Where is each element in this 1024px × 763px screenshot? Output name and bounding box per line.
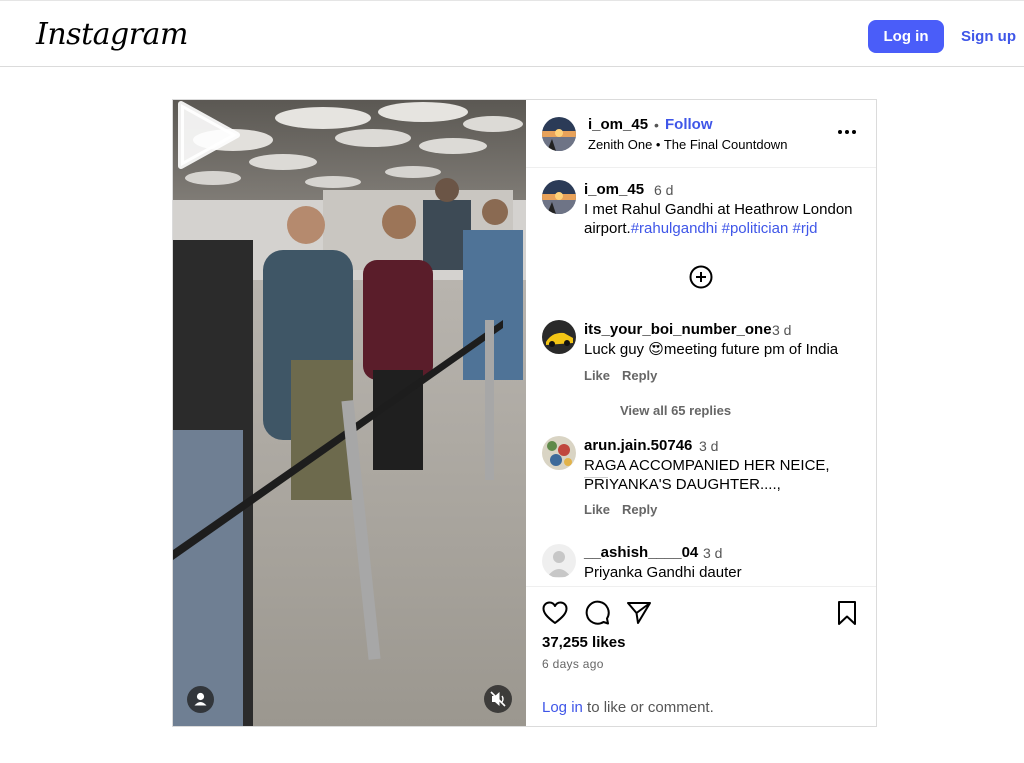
- more-options-icon[interactable]: [836, 128, 858, 136]
- caption-username[interactable]: i_om_45: [584, 181, 644, 198]
- add-comment-icon[interactable]: [689, 265, 713, 289]
- default-avatar-icon[interactable]: [542, 544, 576, 578]
- share-icon[interactable]: [625, 599, 653, 627]
- play-icon[interactable]: [173, 100, 243, 170]
- bookmark-icon[interactable]: [833, 599, 861, 627]
- audio-subtitle[interactable]: Zenith One • The Final Countdown: [588, 137, 787, 152]
- post-card: i_om_45 • Follow Zenith One • The Final …: [172, 99, 877, 727]
- commenter-avatar[interactable]: [542, 320, 576, 354]
- post-date: 6 days ago: [542, 657, 604, 671]
- like-count[interactable]: 37,255 likes: [542, 634, 625, 651]
- comment-username[interactable]: arun.jain.50746: [584, 437, 692, 454]
- video-frame: [173, 100, 526, 726]
- comment-text-end: meeting future pm of India: [663, 341, 839, 358]
- comment-icon[interactable]: [583, 599, 611, 627]
- signup-link[interactable]: Sign up: [961, 28, 1016, 45]
- author-avatar[interactable]: [542, 117, 576, 151]
- comment-text-line-2: PRIYANKA'S DAUGHTER....,: [584, 476, 781, 493]
- reply-button[interactable]: Reply: [622, 502, 657, 517]
- login-button[interactable]: Log in: [868, 20, 944, 53]
- comment-text: Luck guy 😍meeting future pm of India: [584, 340, 874, 359]
- post-actions: 37,255 likes 6 days ago Log in to like o…: [526, 586, 876, 726]
- login-prompt-text: to like or comment.: [582, 699, 714, 716]
- caption-time: 6 d: [654, 182, 674, 198]
- heart-eyes-emoji: 😍: [648, 341, 664, 358]
- user-tag-icon[interactable]: [187, 686, 214, 713]
- comment-username[interactable]: __ashish____04: [584, 544, 698, 561]
- caption-avatar[interactable]: [542, 180, 576, 214]
- heart-icon[interactable]: [541, 599, 569, 627]
- comment-text-line-1: RAGA ACCOMPANIED HER NEICE,: [584, 457, 830, 474]
- separator-dot: •: [654, 117, 659, 133]
- comment-text-start: Luck guy: [584, 341, 649, 358]
- login-prompt-link[interactable]: Log in: [542, 699, 583, 716]
- comment-username[interactable]: its_your_boi_number_one: [584, 321, 772, 338]
- comments-list: i_om_45 6 d I met Rahul Gandhi at Heathr…: [526, 168, 876, 586]
- like-comment-button[interactable]: Like: [584, 502, 610, 517]
- comment-time: 3 d: [772, 322, 792, 338]
- top-bar: Instagram Log in Sign up: [0, 0, 1024, 67]
- comment-time: 3 d: [703, 545, 723, 561]
- author-username[interactable]: i_om_45: [588, 116, 648, 133]
- post-sidebar: i_om_45 • Follow Zenith One • The Final …: [526, 100, 876, 726]
- like-comment-button[interactable]: Like: [584, 368, 610, 383]
- follow-button[interactable]: Follow: [665, 116, 713, 133]
- hashtag-rjd[interactable]: #rjd: [793, 220, 818, 237]
- post-header: i_om_45 • Follow Zenith One • The Final …: [526, 100, 876, 168]
- hashtag-rahulgandhi[interactable]: #rahulgandhi: [631, 220, 718, 237]
- reply-button[interactable]: Reply: [622, 368, 657, 383]
- video-player[interactable]: [173, 100, 526, 726]
- mute-icon[interactable]: [484, 685, 512, 713]
- comment-time: 3 d: [699, 438, 719, 454]
- comment-text: RAGA ACCOMPANIED HER NEICE, PRIYANKA'S D…: [584, 456, 874, 494]
- view-replies-button[interactable]: View all 65 replies: [620, 403, 731, 418]
- caption-text: I met Rahul Gandhi at Heathrow London ai…: [584, 200, 864, 238]
- instagram-logo[interactable]: Instagram: [36, 17, 188, 52]
- login-prompt: Log in to like or comment.: [542, 699, 714, 716]
- hashtag-politician[interactable]: #politician: [722, 220, 789, 237]
- comment-text: Priyanka Gandhi dauter: [584, 564, 742, 581]
- commenter-avatar[interactable]: [542, 436, 576, 470]
